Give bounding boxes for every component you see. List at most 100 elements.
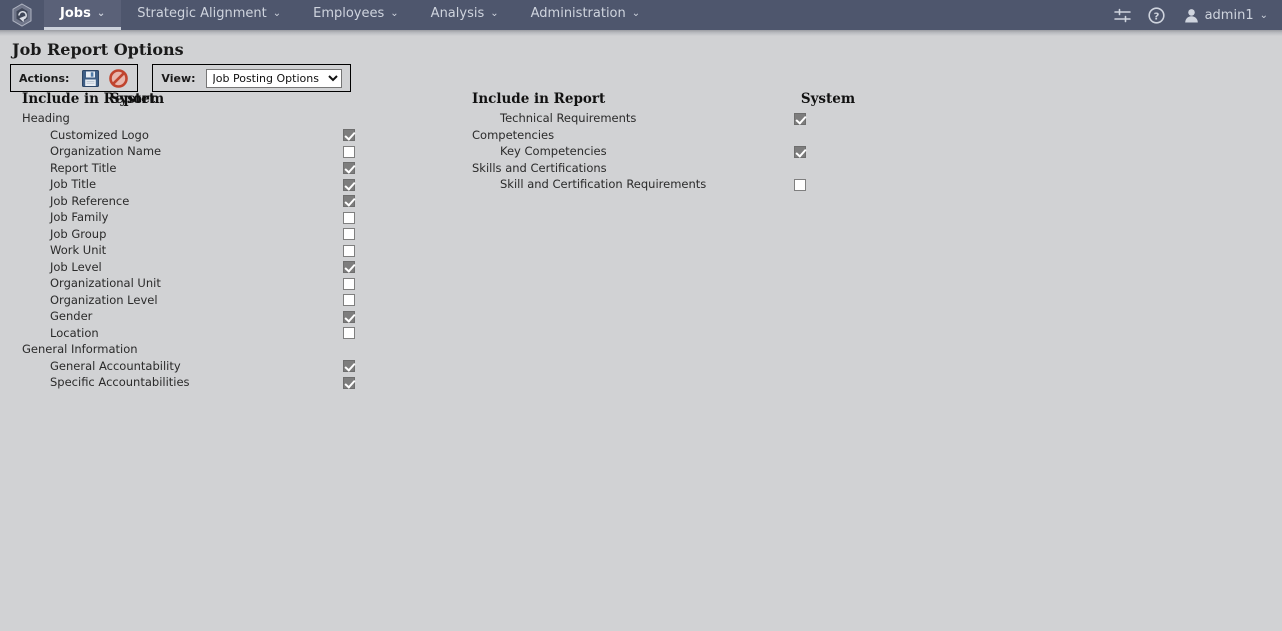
option-row: Organizational Unit: [22, 275, 442, 292]
system-checkbox[interactable]: [794, 178, 806, 191]
save-button[interactable]: [79, 67, 101, 89]
nav-item-analysis[interactable]: Analysis ⌄: [415, 0, 515, 30]
system-checkbox[interactable]: [343, 277, 355, 290]
settings-button[interactable]: [1106, 0, 1140, 30]
nav-item-strategic-alignment[interactable]: Strategic Alignment ⌄: [121, 0, 297, 30]
options-list-left: Heading Customized Logo Organization Name R…: [22, 110, 442, 391]
system-checkbox[interactable]: [343, 244, 355, 257]
actions-label: Actions:: [19, 71, 70, 85]
system-header: System: [109, 91, 165, 107]
options-list-right: Technical Requirements Competencies Key Co…: [472, 110, 892, 193]
option-row: Job Reference: [22, 193, 442, 210]
hexagon-logo-icon: [12, 3, 32, 27]
chevron-down-icon: ⌄: [490, 7, 499, 19]
system-checkbox[interactable]: [794, 112, 806, 125]
nav-item-administration[interactable]: Administration ⌄: [515, 0, 657, 30]
column-header-right: Include in Report System: [472, 92, 892, 110]
option-label: Job Reference: [50, 193, 130, 208]
options-column-left: Include in Report System Heading Customiz…: [22, 92, 442, 391]
option-row: Report Title: [22, 160, 442, 177]
system-checkbox[interactable]: [343, 376, 355, 389]
option-label: Gender: [50, 309, 93, 323]
option-label: Skill and Certification Requirements: [500, 177, 707, 191]
option-label: Job Family: [50, 210, 109, 224]
option-group-label: Competencies: [472, 127, 555, 142]
help-circle-icon: ?: [1148, 6, 1165, 24]
option-label: Customized Logo: [50, 127, 149, 142]
option-row: Job Level: [22, 259, 442, 276]
report-options-content: Include in Report System Heading Customiz…: [0, 92, 1282, 389]
nav-item-label: Employees: [313, 6, 385, 21]
app-logo[interactable]: [0, 0, 44, 30]
option-row: Work Unit: [22, 242, 442, 259]
option-row: Organization Name: [22, 143, 442, 160]
option-row: Gender: [22, 308, 442, 325]
option-row: General Accountability: [22, 358, 442, 375]
option-label: Key Competencies: [500, 144, 607, 158]
save-floppy-icon: [81, 69, 99, 87]
option-label: General Accountability: [50, 358, 181, 373]
option-row: Key Competencies: [472, 143, 892, 160]
user-avatar-icon: [1184, 8, 1198, 22]
system-checkbox[interactable]: [794, 145, 806, 158]
chevron-down-icon: ⌄: [272, 7, 282, 19]
option-row: Job Family: [22, 209, 442, 226]
view-panel: View: Job Posting Options: [152, 64, 351, 92]
cancel-button[interactable]: [107, 67, 129, 89]
nav-menu: Jobs ⌄ Strategic Alignment ⌄ Employees ⌄…: [44, 0, 656, 30]
option-group-row: Skills and Certifications: [472, 160, 892, 177]
system-checkbox[interactable]: [343, 360, 355, 372]
system-checkbox[interactable]: [343, 178, 355, 191]
actions-panel: Actions:: [10, 64, 139, 92]
system-checkbox[interactable]: [343, 211, 355, 224]
nav-item-employees[interactable]: Employees ⌄: [297, 0, 415, 30]
chevron-down-icon: ⌄: [1259, 9, 1268, 21]
option-label: Organization Name: [50, 144, 162, 158]
system-checkbox[interactable]: [343, 195, 355, 207]
system-header: System: [800, 91, 856, 107]
option-row: Job Group: [22, 226, 442, 243]
nav-item-label: Strategic Alignment: [137, 6, 267, 21]
option-label: Organizational Unit: [50, 276, 161, 290]
toolbar: Actions: View: Job Posting Options: [0, 56, 1282, 92]
user-name-label: admin1: [1204, 7, 1254, 23]
option-label: Location: [50, 325, 99, 340]
column-header-left: Include in Report System: [22, 92, 442, 110]
option-row: Job Title: [22, 176, 442, 193]
option-group-label: General Information: [22, 342, 138, 356]
system-checkbox[interactable]: [343, 261, 355, 273]
sliders-icon: [1114, 8, 1131, 22]
option-row: Customized Logo: [22, 127, 442, 144]
option-label: Technical Requirements: [500, 111, 637, 125]
nav-item-label: Administration: [530, 6, 626, 21]
nav-item-label: Jobs: [60, 6, 91, 21]
system-checkbox[interactable]: [343, 228, 355, 240]
system-checkbox[interactable]: [343, 327, 355, 339]
option-label: Organization Level: [50, 292, 158, 307]
system-checkbox[interactable]: [343, 145, 355, 158]
option-label: Report Title: [50, 160, 117, 175]
option-group-row: Competencies: [472, 127, 892, 144]
system-checkbox[interactable]: [343, 162, 355, 174]
option-group-row: General Information: [22, 341, 442, 358]
chevron-down-icon: ⌄: [631, 7, 641, 19]
option-label: Job Group: [50, 226, 107, 241]
system-checkbox[interactable]: [343, 310, 355, 323]
nav-item-jobs[interactable]: Jobs ⌄: [44, 0, 122, 30]
user-menu[interactable]: admin1 ⌄: [1174, 8, 1268, 23]
system-checkbox[interactable]: [343, 129, 355, 141]
top-navigation-bar: Jobs ⌄ Strategic Alignment ⌄ Employees ⌄…: [0, 0, 1282, 36]
options-column-right: Include in Report System Technical Requi…: [472, 92, 892, 193]
nav-right-actions: ? admin1 ⌄: [1106, 0, 1282, 30]
view-select[interactable]: Job Posting Options: [205, 68, 342, 88]
nav-item-label: Analysis: [430, 6, 485, 21]
option-row: Skill and Certification Requirements: [472, 176, 892, 193]
option-label: Work Unit: [50, 243, 107, 257]
help-button[interactable]: ?: [1140, 0, 1174, 30]
option-group-label: Skills and Certifications: [472, 160, 607, 175]
system-checkbox[interactable]: [343, 294, 355, 306]
option-label: Specific Accountabilities: [50, 375, 190, 389]
chevron-down-icon: ⌄: [390, 7, 399, 19]
cancel-prohibited-icon: [109, 68, 128, 88]
option-row: Location: [22, 325, 442, 342]
